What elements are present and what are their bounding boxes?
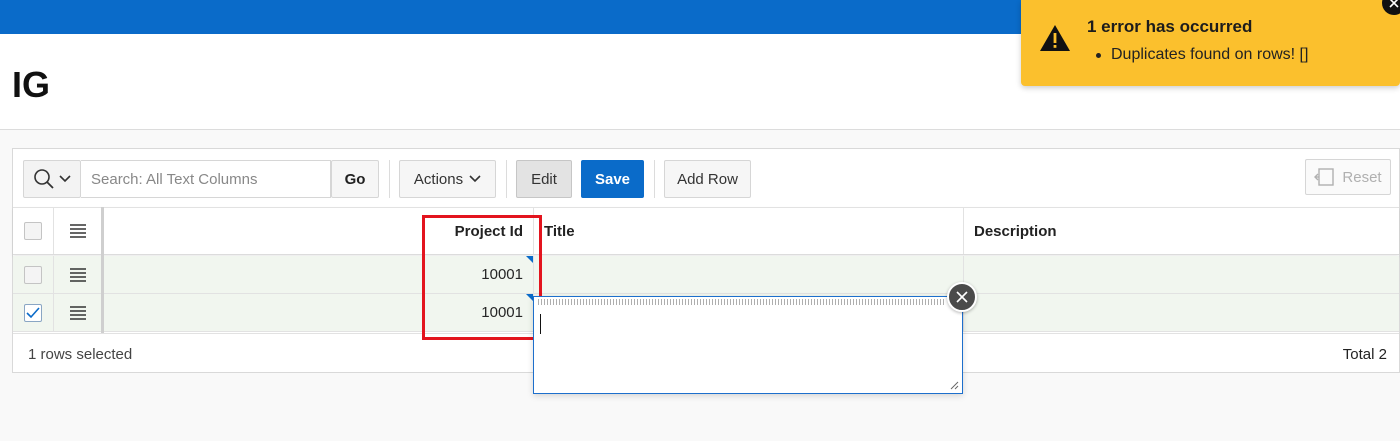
project-id-value: 10001 <box>481 266 523 283</box>
chevron-down-icon <box>469 175 481 183</box>
grid-header: Project Id Title Description <box>13 207 1399 255</box>
total-count: Total 2 <box>1342 346 1387 363</box>
project-id-value: 10001 <box>481 304 523 321</box>
bullet <box>1096 52 1101 58</box>
description-cell[interactable] <box>964 294 1399 331</box>
toolbar-divider <box>389 160 390 198</box>
select-all-cell <box>13 208 54 254</box>
menu-icon <box>69 305 86 320</box>
selection-count: 1 rows selected <box>28 346 133 363</box>
row-actions-cell[interactable] <box>54 294 102 331</box>
chevron-down-icon <box>59 175 71 183</box>
search-icon <box>34 169 54 189</box>
select-all-checkbox[interactable] <box>24 222 42 240</box>
actions-menu-button[interactable]: Actions <box>399 160 496 198</box>
close-icon <box>956 291 968 303</box>
row-actions-cell[interactable] <box>54 256 102 293</box>
toolbar-divider <box>506 160 507 198</box>
actions-label: Actions <box>413 170 464 188</box>
row-select-cell <box>13 256 54 293</box>
error-message-item[interactable]: Duplicates found on rows! [] <box>1096 46 1308 64</box>
page-title: IG <box>12 64 51 105</box>
drag-handle[interactable] <box>538 299 944 305</box>
edit-button[interactable]: Edit <box>516 160 572 198</box>
column-header-description[interactable]: Description <box>964 208 1399 254</box>
textarea-popup-editor[interactable] <box>533 296 963 394</box>
title-cell[interactable] <box>534 256 964 293</box>
save-button[interactable]: Save <box>581 160 644 198</box>
warning-icon <box>1040 25 1070 51</box>
project-id-cell[interactable]: 10001 <box>104 294 534 331</box>
reset-button[interactable]: Reset <box>1305 159 1391 195</box>
search-input[interactable]: Search: All Text Columns <box>81 160 331 198</box>
column-header-title[interactable]: Title <box>534 208 964 254</box>
description-cell[interactable] <box>964 256 1399 293</box>
reset-label: Reset <box>1342 168 1382 186</box>
row-checkbox[interactable] <box>24 265 42 284</box>
toolbar-divider <box>654 160 655 198</box>
menu-icon <box>69 267 86 282</box>
reset-icon <box>1314 168 1335 186</box>
column-header-project-id[interactable]: Project Id <box>104 208 534 254</box>
search-column-menu-button[interactable] <box>23 160 81 198</box>
frozen-column-divider[interactable] <box>101 207 104 333</box>
row-checkbox[interactable] <box>24 303 42 322</box>
checkmark-icon <box>26 306 40 318</box>
row-select-cell <box>13 294 54 331</box>
table-row[interactable]: 10001 <box>13 256 1399 294</box>
add-row-button[interactable]: Add Row <box>664 160 751 198</box>
text-cursor <box>540 314 541 334</box>
error-title: 1 error has occurred <box>1087 17 1253 36</box>
resize-handle-icon[interactable] <box>949 380 959 390</box>
menu-icon <box>69 224 86 238</box>
go-button[interactable]: Go <box>331 160 379 198</box>
close-icon <box>1389 0 1399 8</box>
popup-close-button[interactable] <box>947 282 977 312</box>
row-actions-header <box>54 208 102 254</box>
project-id-cell[interactable]: 10001 <box>104 256 534 293</box>
error-notification: 1 error has occurred Duplicates found on… <box>1021 0 1400 86</box>
changed-cell-marker <box>526 256 533 263</box>
changed-cell-marker <box>526 294 533 301</box>
error-message-text: Duplicates found on rows! [] <box>1111 46 1309 63</box>
